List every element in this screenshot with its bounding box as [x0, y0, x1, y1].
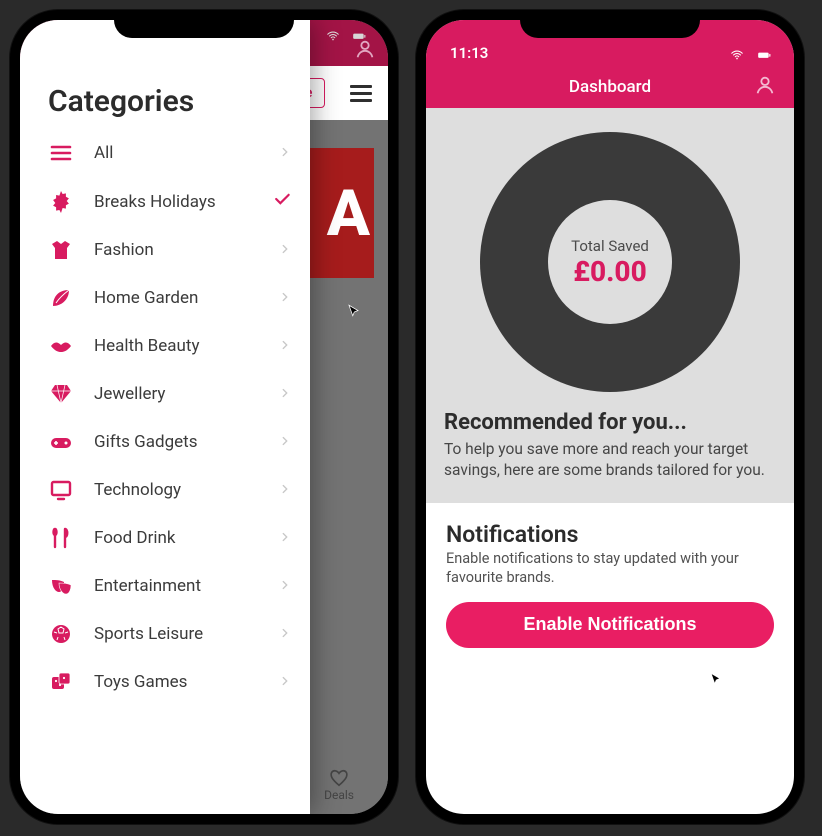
category-label: Gifts Gadgets: [94, 432, 260, 452]
chevron-right-icon: [278, 672, 292, 693]
category-item[interactable]: Breaks Holidays: [20, 177, 310, 226]
category-list: All Breaks Holidays Fashion Home Garden Heal…: [20, 129, 310, 706]
category-label: Entertainment: [94, 576, 260, 596]
category-item[interactable]: Sports Leisure: [20, 610, 310, 658]
category-item[interactable]: Entertainment: [20, 562, 310, 610]
category-item[interactable]: Fashion: [20, 226, 310, 274]
category-item[interactable]: Technology: [20, 466, 310, 514]
chevron-right-icon: [278, 288, 292, 309]
category-item[interactable]: Home Garden: [20, 274, 310, 322]
category-label: Toys Games: [94, 672, 260, 692]
phone-right: 11:13 Dashboard Total Saved £0.00 Recomm…: [416, 10, 804, 824]
promo-letter: A: [327, 176, 370, 251]
hamburger-icon[interactable]: [350, 85, 372, 102]
chevron-right-icon: [278, 480, 292, 501]
header-title: Dashboard: [569, 77, 651, 97]
chevron-right-icon: [278, 384, 292, 405]
notifications-card: Notifications Enable notifications to st…: [426, 503, 794, 674]
user-icon[interactable]: [754, 74, 776, 96]
category-label: Fashion: [94, 240, 260, 260]
category-label: Health Beauty: [94, 336, 260, 356]
dice-icon: [46, 670, 76, 694]
category-item[interactable]: Health Beauty: [20, 322, 310, 370]
savings-donut: Total Saved £0.00: [480, 132, 740, 392]
category-label: Jewellery: [94, 384, 260, 404]
chevron-right-icon: [278, 336, 292, 357]
enable-button-label: Enable Notifications: [523, 614, 696, 634]
masks-icon: [46, 574, 76, 598]
home-indicator[interactable]: [144, 814, 264, 818]
heart-icon: [328, 766, 350, 788]
home-indicator[interactable]: [550, 814, 670, 818]
notifications-title: Notifications: [446, 521, 774, 548]
gear-icon: [46, 190, 76, 214]
leaf-icon: [46, 286, 76, 310]
deals-label: Deals: [324, 788, 354, 802]
gem-icon: [46, 382, 76, 406]
total-saved-label: Total Saved: [571, 237, 649, 255]
cursor-icon: [346, 302, 364, 322]
chevron-right-icon: [278, 240, 292, 261]
category-item[interactable]: Toys Games: [20, 658, 310, 706]
app-header: Dashboard: [426, 66, 794, 108]
chevron-right-icon: [278, 143, 292, 164]
notch: [520, 10, 700, 38]
check-icon: [272, 189, 292, 214]
category-label: Home Garden: [94, 288, 260, 308]
chevron-right-icon: [278, 432, 292, 453]
phone-left: Store A d Deals Categories AllBreaks Hol…: [10, 10, 398, 824]
menu-icon: [46, 141, 76, 165]
category-label: Food Drink: [94, 528, 260, 548]
recommended-body: To help you save more and reach your tar…: [444, 439, 776, 481]
status-time: 11:13: [450, 44, 488, 62]
cursor-icon: [708, 670, 726, 690]
status-bar: [324, 29, 370, 43]
shirt-icon: [46, 238, 76, 262]
wifi-icon: [324, 29, 342, 43]
dashboard-summary: Total Saved £0.00 Recommended for you...…: [426, 108, 794, 503]
category-label: Breaks Holidays: [94, 192, 254, 212]
battery-icon: [348, 29, 370, 43]
category-label: Sports Leisure: [94, 624, 260, 644]
notifications-body: Enable notifications to stay updated wit…: [446, 550, 774, 588]
category-item[interactable]: Jewellery: [20, 370, 310, 418]
utensils-icon: [46, 526, 76, 550]
chevron-right-icon: [278, 528, 292, 549]
chevron-right-icon: [278, 624, 292, 645]
category-item[interactable]: All: [20, 129, 310, 177]
chevron-right-icon: [278, 576, 292, 597]
wifi-icon: [728, 48, 746, 62]
categories-drawer: Categories All Breaks Holidays Fashion Home…: [20, 20, 310, 814]
deals-tab[interactable]: Deals: [324, 766, 354, 802]
notch: [114, 10, 294, 38]
drawer-title: Categories: [20, 84, 310, 129]
category-item[interactable]: Gifts Gadgets: [20, 418, 310, 466]
total-saved-value: £0.00: [573, 255, 646, 288]
category-label: Technology: [94, 480, 260, 500]
lips-icon: [46, 334, 76, 358]
battery-icon: [752, 48, 776, 62]
recommended-title: Recommended for you...: [444, 410, 776, 435]
monitor-icon: [46, 478, 76, 502]
category-label: All: [94, 143, 260, 163]
enable-notifications-button[interactable]: Enable Notifications: [446, 602, 774, 648]
football-icon: [46, 622, 76, 646]
category-item[interactable]: Food Drink: [20, 514, 310, 562]
gamepad-icon: [46, 430, 76, 454]
